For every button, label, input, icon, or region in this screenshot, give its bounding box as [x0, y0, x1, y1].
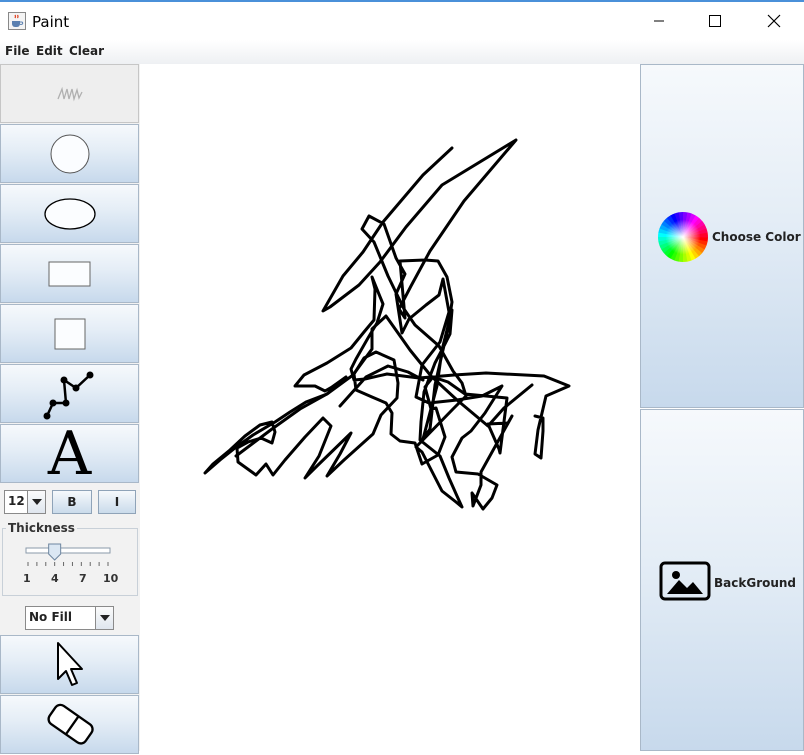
freehand-stroke: [203, 138, 571, 511]
scribble-icon: [56, 86, 83, 102]
minimize-button[interactable]: [630, 2, 688, 40]
tool-panel: A 12 B I Thickness 1 4 7 10 No Fill: [0, 64, 141, 754]
font-size-value: 12: [8, 494, 25, 508]
thickness-tick-label: 1: [23, 572, 31, 585]
thickness-tick-label: 4: [51, 572, 59, 585]
java-cup-icon: [8, 12, 26, 30]
freehand-stroke: [234, 314, 534, 458]
maximize-icon: [709, 15, 721, 27]
circle-icon: [50, 134, 89, 173]
menu-edit[interactable]: Edit: [36, 44, 63, 58]
color-wheel-icon: [658, 212, 708, 262]
choose-color-button[interactable]: Choose Color: [640, 64, 804, 408]
menu-bar: File Edit Clear: [0, 40, 804, 65]
close-button[interactable]: [745, 2, 803, 40]
close-icon: [767, 14, 781, 28]
italic-button[interactable]: I: [98, 490, 136, 514]
maximize-button[interactable]: [686, 2, 744, 40]
text-tool-button[interactable]: A: [0, 418, 139, 489]
polyline-icon: [43, 371, 93, 419]
background-button[interactable]: BackGround: [640, 409, 804, 751]
cursor-arrow-icon: [56, 641, 83, 686]
circle-tool-button[interactable]: [0, 124, 139, 183]
background-label: BackGround: [714, 576, 797, 590]
thickness-label: Thickness: [6, 521, 77, 535]
window-title: Paint: [32, 13, 70, 31]
choose-color-label: Choose Color: [712, 230, 801, 244]
canvas-drawing: [203, 138, 571, 511]
rectangle-tool-button[interactable]: [0, 244, 139, 303]
eraser-icon: [46, 703, 94, 745]
slider-thumb[interactable]: [48, 543, 62, 561]
fill-value: No Fill: [29, 610, 73, 624]
menu-file[interactable]: File: [5, 44, 30, 58]
select-tool-button[interactable]: [0, 635, 139, 694]
fill-select[interactable]: No Fill: [25, 606, 114, 630]
thickness-tick-label: 7: [79, 572, 87, 585]
polyline-tool-button[interactable]: [0, 364, 139, 423]
square-tool-button[interactable]: [0, 304, 139, 363]
thickness-tick-label: 10: [103, 572, 119, 585]
freehand-tool-button[interactable]: [0, 64, 139, 123]
chevron-down-icon: [27, 491, 45, 513]
ellipse-tool-button[interactable]: [0, 184, 139, 243]
image-icon: [659, 561, 711, 601]
eraser-tool-button[interactable]: [0, 695, 139, 754]
text-icon: A: [47, 418, 92, 489]
font-size-select[interactable]: 12: [4, 490, 46, 514]
chevron-down-icon: [95, 607, 113, 629]
bold-button[interactable]: B: [52, 490, 92, 514]
square-icon: [54, 318, 85, 349]
right-panel: Choose Color BackGround: [640, 64, 804, 751]
ellipse-icon: [43, 197, 96, 230]
rectangle-icon: [48, 261, 90, 286]
menu-clear[interactable]: Clear: [69, 44, 104, 58]
drawing-canvas[interactable]: [140, 64, 640, 751]
minimize-icon: [654, 20, 664, 22]
